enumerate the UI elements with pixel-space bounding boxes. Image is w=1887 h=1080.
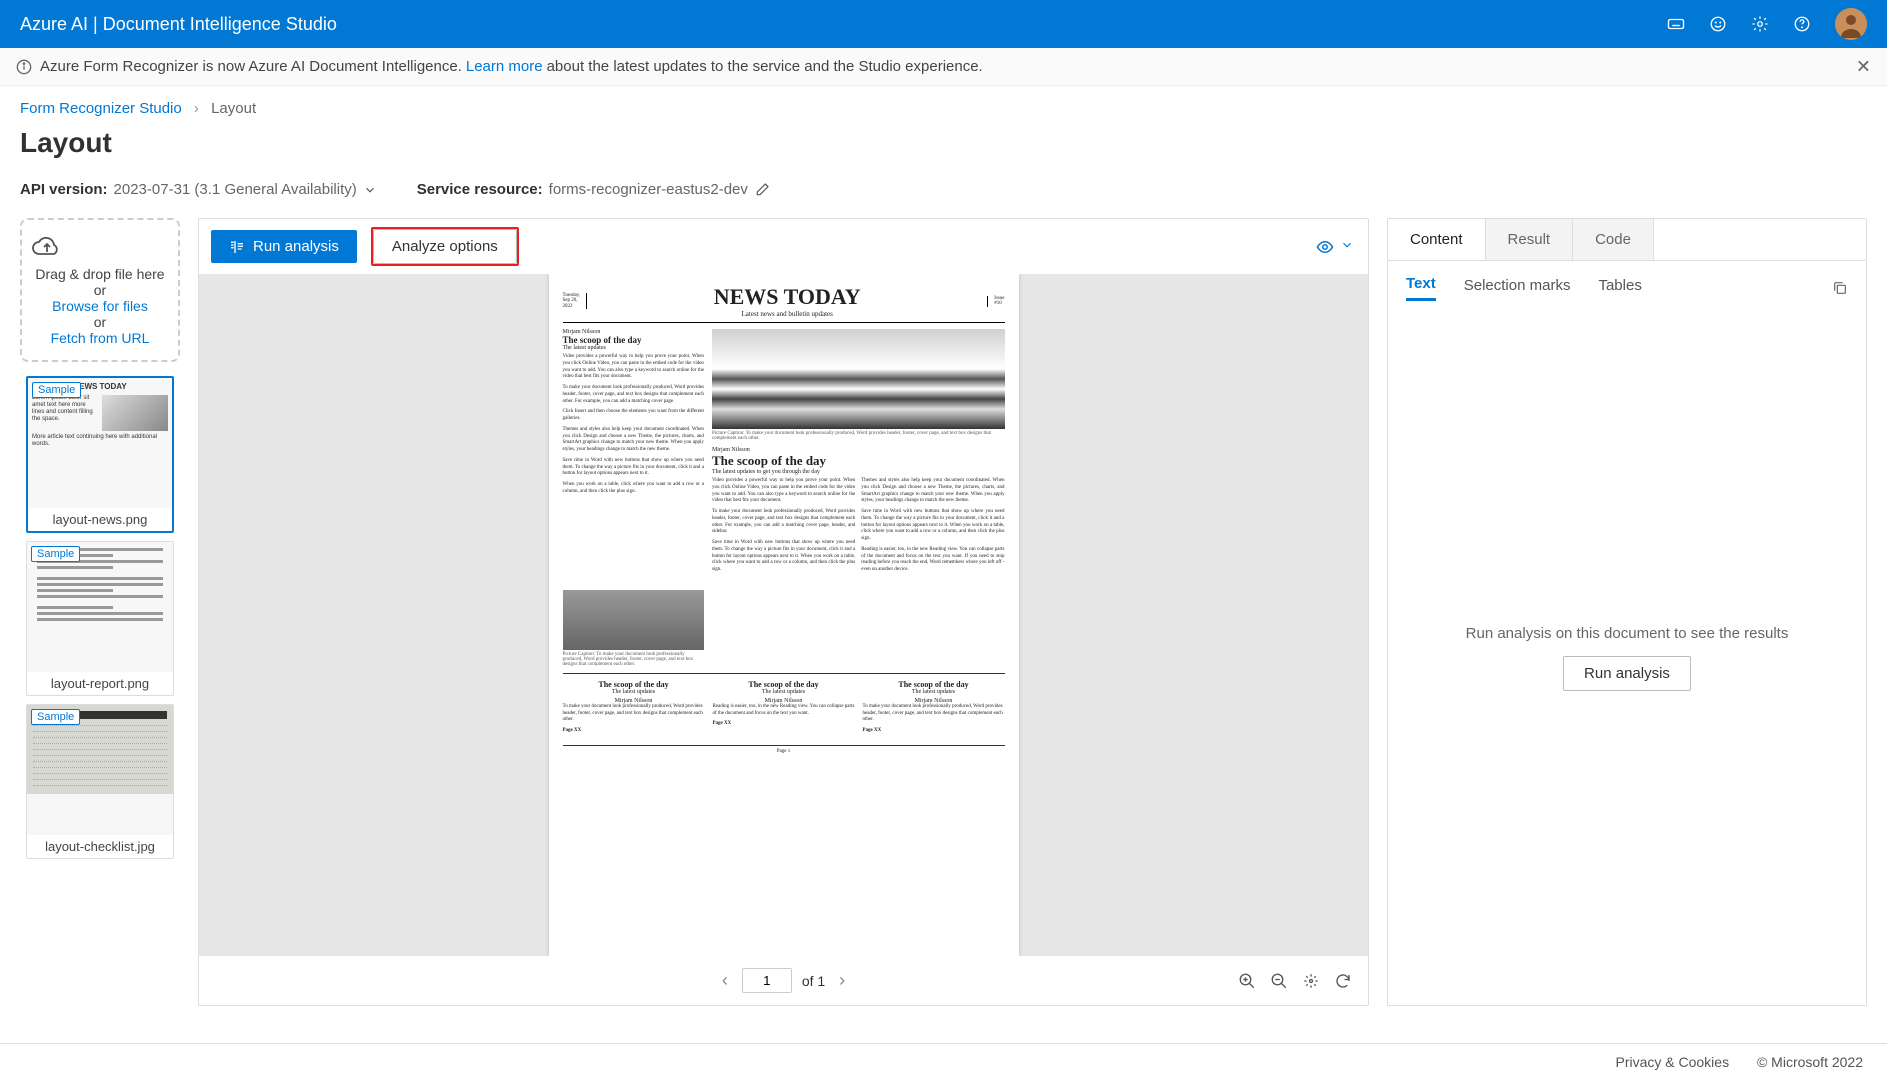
- run-analysis-label: Run analysis: [253, 238, 339, 255]
- thumbnail-item[interactable]: Sample layout-report.png: [26, 541, 174, 696]
- subtab-tables[interactable]: Tables: [1598, 277, 1641, 300]
- zoom-tools: [1238, 972, 1352, 990]
- banner-text-prefix: Azure Form Recognizer is now Azure AI Do…: [40, 58, 462, 75]
- eye-icon[interactable]: [1316, 238, 1334, 256]
- service-resource-field: Service resource: forms-recognizer-eastu…: [417, 181, 770, 198]
- zoom-out-icon[interactable]: [1270, 972, 1288, 990]
- banner-text-suffix: about the latest updates to the service …: [547, 58, 983, 75]
- edit-pencil-icon[interactable]: [754, 182, 770, 198]
- dropzone-text: Drag & drop file here or: [30, 266, 170, 298]
- sample-badge: Sample: [31, 709, 80, 725]
- tab-code[interactable]: Code: [1573, 219, 1654, 260]
- settings-gear-icon[interactable]: [1751, 15, 1769, 33]
- highlight-callout: Analyze options: [371, 227, 519, 266]
- results-hint: Run analysis on this document to see the…: [1466, 625, 1789, 642]
- page-title: Layout: [0, 121, 1887, 177]
- content-subtabs: Text Selection marks Tables: [1387, 261, 1867, 311]
- cloud-upload-icon: [30, 234, 170, 260]
- fetch-url-link[interactable]: Fetch from URL: [51, 330, 150, 346]
- breadcrumb: Form Recognizer Studio › Layout: [0, 86, 1887, 121]
- pager: ‹ of 1 ›: [199, 956, 1368, 1005]
- next-page-icon[interactable]: ›: [835, 966, 849, 995]
- dropzone[interactable]: Drag & drop file here or Browse for file…: [20, 218, 180, 362]
- service-resource-label: Service resource:: [417, 181, 543, 198]
- file-panel: Drag & drop file here or Browse for file…: [20, 218, 180, 1006]
- api-version-label: API version:: [20, 181, 108, 198]
- document-page: Tuesday,Sep 20,2022 NEWS TODAYLatest new…: [549, 274, 1019, 956]
- dropzone-or: or: [30, 314, 170, 330]
- user-avatar[interactable]: [1835, 8, 1867, 40]
- document-canvas[interactable]: Tuesday,Sep 20,2022 NEWS TODAYLatest new…: [199, 274, 1368, 956]
- app-title: Azure AI | Document Intelligence Studio: [20, 14, 337, 35]
- chevron-down-icon: [363, 183, 377, 197]
- service-resource-value: forms-recognizer-eastus2-dev: [549, 181, 748, 198]
- document-viewer: Run analysis Analyze options Tuesday,Sep…: [198, 218, 1369, 1006]
- analyze-options-button[interactable]: Analyze options: [373, 229, 517, 264]
- footer: Privacy & Cookies © Microsoft 2022: [0, 1043, 1887, 1080]
- results-body: Run analysis on this document to see the…: [1387, 311, 1867, 1006]
- sample-badge: Sample: [32, 382, 81, 398]
- breadcrumb-current: Layout: [211, 100, 256, 117]
- results-tabs: Content Result Code: [1387, 218, 1867, 261]
- keyboard-icon[interactable]: [1667, 15, 1685, 33]
- analyze-options-label: Analyze options: [392, 238, 498, 255]
- thumbnail-item[interactable]: Sample CHECKLIST layout-checklist.jpg: [26, 704, 174, 859]
- header-actions: [1667, 8, 1867, 40]
- thumbnail-label: layout-checklist.jpg: [27, 835, 173, 858]
- thumbnail-item[interactable]: Sample NEWS TODAY Lorem ipsum dolor sit …: [26, 376, 174, 533]
- page-total: of 1: [802, 973, 825, 989]
- analysis-icon: [229, 239, 245, 255]
- chevron-down-icon[interactable]: [1340, 238, 1354, 256]
- privacy-link[interactable]: Privacy & Cookies: [1615, 1054, 1729, 1070]
- thumbnail-label: layout-news.png: [28, 508, 172, 531]
- results-panel: Content Result Code Text Selection marks…: [1387, 218, 1867, 1006]
- notification-banner: Azure Form Recognizer is now Azure AI Do…: [0, 48, 1887, 86]
- copyright-text: © Microsoft 2022: [1757, 1054, 1863, 1070]
- copy-icon[interactable]: [1832, 280, 1848, 296]
- subtab-selection-marks[interactable]: Selection marks: [1464, 277, 1571, 300]
- config-row: API version: 2023-07-31 (3.1 General Ava…: [0, 177, 1887, 218]
- viewer-toolbar: Run analysis Analyze options: [199, 219, 1368, 274]
- api-version-field[interactable]: API version: 2023-07-31 (3.1 General Ava…: [20, 181, 377, 198]
- prev-page-icon[interactable]: ‹: [718, 966, 732, 995]
- fit-page-icon[interactable]: [1302, 972, 1320, 990]
- app-header: Azure AI | Document Intelligence Studio: [0, 0, 1887, 48]
- viewer-visibility-controls[interactable]: [1316, 238, 1354, 256]
- run-analysis-button[interactable]: Run analysis: [211, 230, 357, 263]
- browse-files-link[interactable]: Browse for files: [52, 298, 148, 314]
- sample-badge: Sample: [31, 546, 80, 562]
- tab-result[interactable]: Result: [1486, 219, 1574, 260]
- api-version-value: 2023-07-31 (3.1 General Availability): [114, 181, 357, 198]
- run-analysis-secondary-button[interactable]: Run analysis: [1563, 656, 1691, 691]
- breadcrumb-root-link[interactable]: Form Recognizer Studio: [20, 100, 182, 117]
- thumbnail-list: Sample NEWS TODAY Lorem ipsum dolor sit …: [26, 376, 174, 867]
- tab-content[interactable]: Content: [1388, 219, 1486, 260]
- banner-learn-more-link[interactable]: Learn more: [466, 58, 543, 75]
- page-number-input[interactable]: [742, 968, 792, 993]
- thumbnail-label: layout-report.png: [27, 672, 173, 695]
- subtab-text[interactable]: Text: [1406, 275, 1436, 301]
- chevron-right-icon: ›: [194, 100, 199, 117]
- feedback-smiley-icon[interactable]: [1709, 15, 1727, 33]
- rotate-icon[interactable]: [1334, 972, 1352, 990]
- help-icon[interactable]: [1793, 15, 1811, 33]
- close-banner-icon[interactable]: ✕: [1856, 56, 1871, 77]
- main-area: Drag & drop file here or Browse for file…: [0, 218, 1887, 1018]
- info-icon: [16, 59, 32, 75]
- zoom-in-icon[interactable]: [1238, 972, 1256, 990]
